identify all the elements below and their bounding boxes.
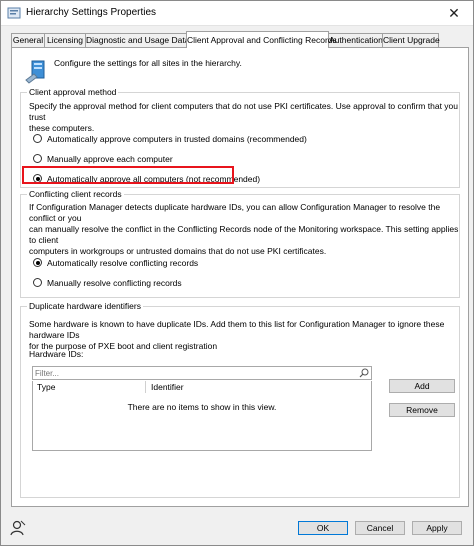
add-button[interactable]: Add (389, 379, 455, 393)
properties-dialog: Hierarchy Settings Properties ✕ General … (0, 0, 474, 546)
red-highlight-box (22, 166, 234, 184)
filter-input[interactable] (35, 368, 335, 378)
client-approval-desc-line: Specify the approval method for client c… (29, 101, 458, 122)
conflicting-desc-line: If Configuration Manager detects duplica… (29, 202, 441, 223)
radio-label: Manually resolve conflicting records (47, 278, 182, 288)
tab-panel: Configure the settings for all sites in … (11, 47, 469, 507)
close-icon[interactable]: ✕ (439, 3, 469, 23)
title-bar: Hierarchy Settings Properties ✕ (1, 1, 473, 26)
conflicting-records-title: Conflicting client records (27, 189, 124, 199)
hardware-ids-label: Hardware IDs: (29, 349, 84, 359)
search-icon[interactable] (359, 368, 369, 378)
help-person-icon[interactable] (9, 519, 27, 537)
empty-list-message: There are no items to show in this view. (127, 402, 277, 412)
cancel-button[interactable]: Cancel (355, 521, 405, 535)
radio-button-selected[interactable] (33, 258, 42, 267)
column-separator[interactable] (145, 381, 146, 393)
hardware-ids-list[interactable]: Type Identifier There are no items to sh… (32, 381, 372, 451)
ok-button[interactable]: OK (298, 521, 348, 535)
column-header-identifier[interactable]: Identifier (147, 381, 184, 393)
client-approval-description: Specify the approval method for client c… (29, 101, 459, 134)
client-approval-title: Client approval method (27, 87, 119, 97)
conflicting-records-group: Conflicting client records If Configurat… (20, 189, 460, 298)
radio-label: Automatically resolve conflicting record… (47, 258, 199, 268)
sites-hierarchy-icon (25, 60, 45, 84)
duplicate-hardware-description: Some hardware is known to have duplicate… (29, 319, 459, 352)
radio-label: Manually approve each computer (47, 154, 173, 164)
radio-button[interactable] (33, 134, 42, 143)
tab-licensing[interactable]: Licensing (44, 33, 86, 47)
filter-box (32, 366, 372, 380)
tab-general[interactable]: General (11, 33, 45, 47)
remove-button[interactable]: Remove (389, 403, 455, 417)
radio-button[interactable] (33, 278, 42, 287)
window-title: Hierarchy Settings Properties (26, 7, 157, 18)
radio-button[interactable] (33, 154, 42, 163)
conflicting-desc-line: can manually resolve the conflict in the… (29, 224, 459, 245)
duplicate-desc-line: Some hardware is known to have duplicate… (29, 319, 445, 340)
radio-label: Automatically approve computers in trust… (47, 134, 307, 144)
tab-client-upgrade[interactable]: Client Upgrade (382, 33, 440, 47)
duplicate-hardware-title: Duplicate hardware identifiers (27, 301, 143, 311)
properties-app-icon (7, 7, 21, 19)
intro-text: Configure the settings for all sites in … (54, 58, 242, 68)
conflicting-desc-line: computers in workgroups or untrusted dom… (29, 246, 327, 256)
tab-diagnostic-usage-data[interactable]: Diagnostic and Usage Data (85, 33, 189, 47)
duplicate-desc-line: for the purpose of PXE boot and client r… (29, 341, 218, 351)
conflicting-records-description: If Configuration Manager detects duplica… (29, 202, 459, 257)
column-header-type[interactable]: Type (33, 381, 55, 393)
apply-button[interactable]: Apply (412, 521, 462, 535)
tab-client-approval[interactable]: Client Approval and Conflicting Records (186, 31, 337, 48)
